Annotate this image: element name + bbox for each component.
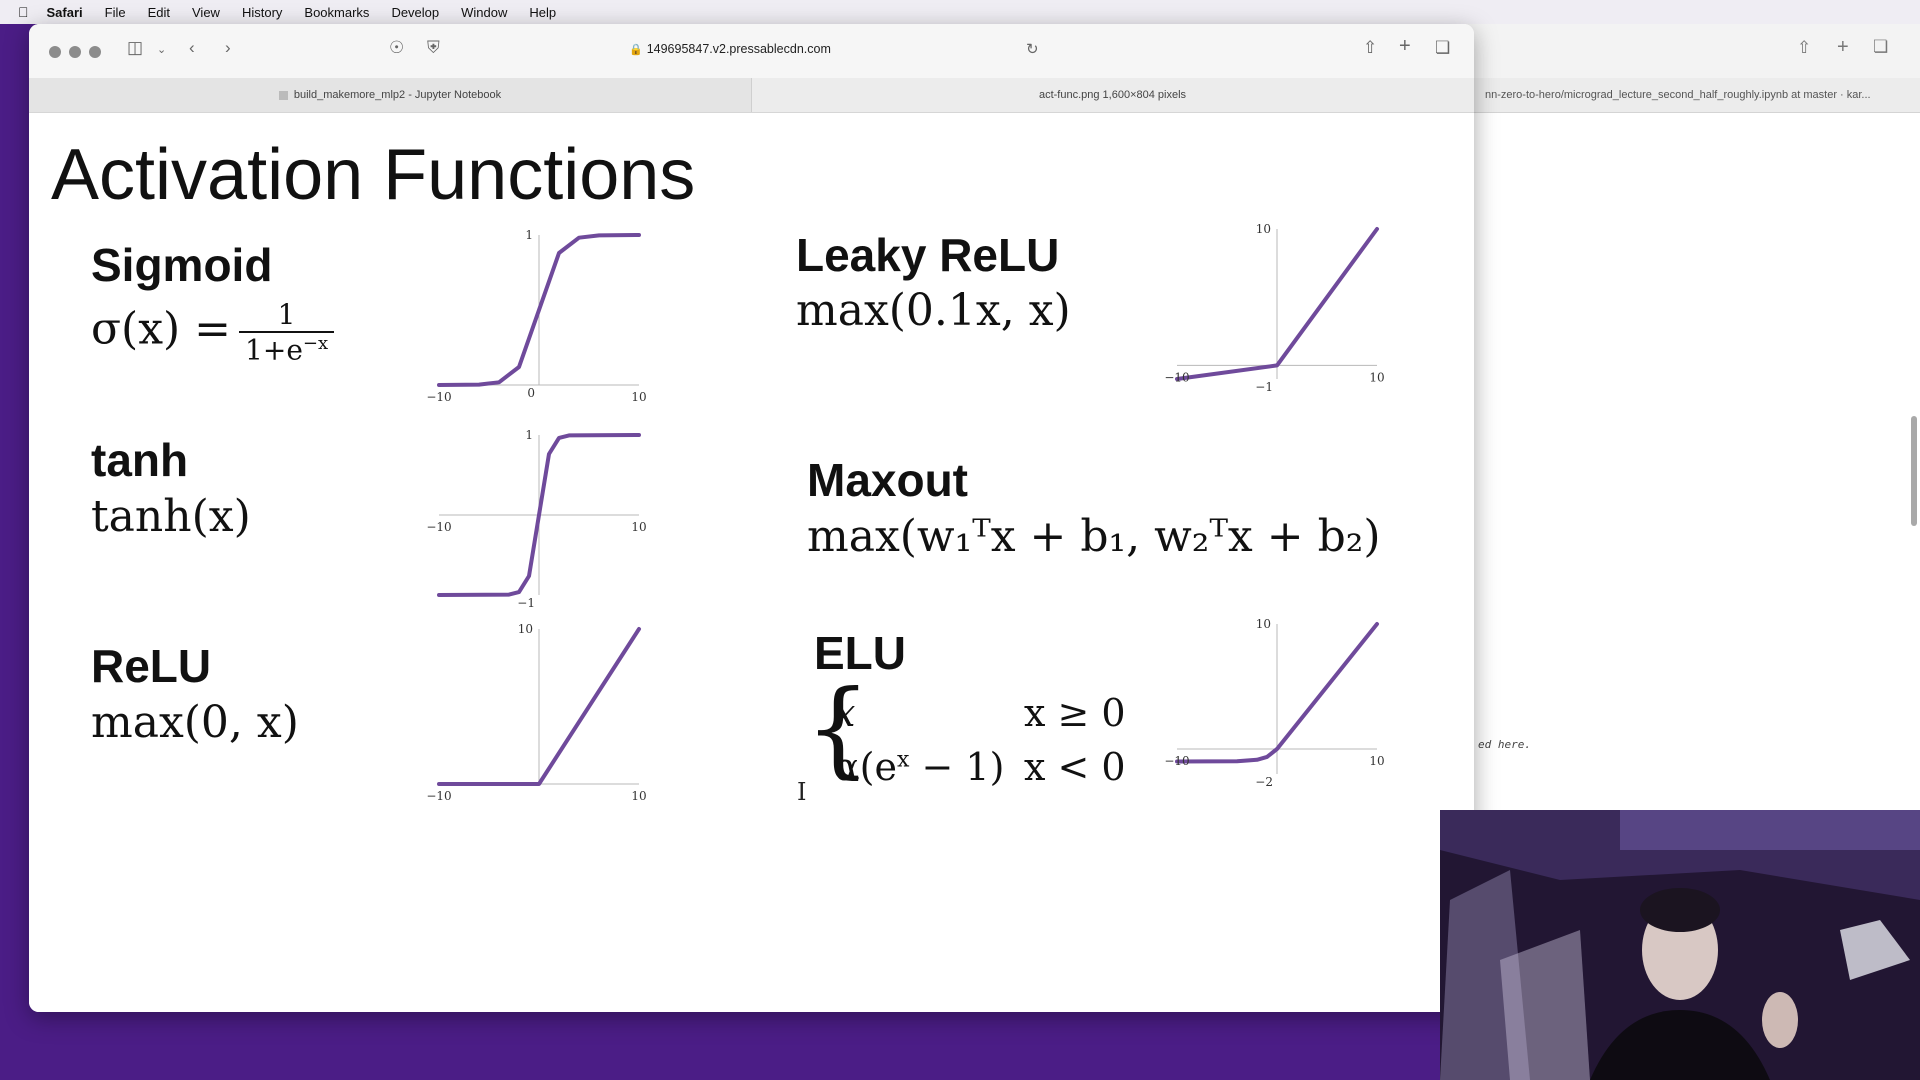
- sigmoid-formula: σ(x) = 1 1+e−x: [91, 298, 335, 366]
- x-tick-label: 10: [631, 520, 646, 534]
- elu-case1-text: x: [834, 691, 856, 735]
- y-tick-label: 0: [527, 386, 535, 400]
- background-browser-window[interactable]: ⇧ + ❏ nn-zero-to-hero/micrograd_lecture_…: [1412, 24, 1920, 810]
- maxout-formula: max(w₁ᵀx + b₁, w₂ᵀx + b₂): [807, 511, 1381, 562]
- y-tick-label: 10: [518, 622, 533, 636]
- minimize-window-button[interactable]: [69, 46, 81, 58]
- sigmoid-fraction: 1 1+e−x: [239, 298, 335, 366]
- background-toolbar: ⇧ + ❏: [1413, 24, 1920, 78]
- tab-overview-icon[interactable]: ❏: [1873, 37, 1888, 57]
- menu-bookmarks[interactable]: Bookmarks: [304, 5, 369, 20]
- tab-act-func-image[interactable]: act-func.png 1,600×804 pixels: [751, 78, 1474, 112]
- y-tick-label: −1: [1255, 380, 1273, 394]
- background-note-text: ed here.: [1478, 738, 1531, 751]
- y-tick-label: −2: [1255, 775, 1273, 789]
- elu-case2-pre: α(e: [834, 745, 897, 789]
- leaky-relu-formula: max(0.1x, x): [796, 285, 1071, 336]
- elu-case2-exponent: x: [896, 747, 910, 773]
- tab-label: act-func.png 1,600×804 pixels: [1038, 89, 1187, 101]
- menu-view[interactable]: View: [192, 5, 220, 20]
- relu-formula: max(0, x): [91, 697, 299, 748]
- sigmoid-formula-lhs: σ(x) =: [91, 303, 232, 355]
- x-tick-label: 10: [631, 390, 646, 404]
- menu-develop[interactable]: Develop: [391, 5, 439, 20]
- sigmoid-exponent: −x: [302, 333, 329, 354]
- menu-bar:  Safari File Edit View History Bookmark…: [0, 0, 1920, 24]
- menu-file[interactable]: File: [105, 5, 126, 20]
- menu-window[interactable]: Window: [461, 5, 507, 20]
- x-tick-label: 10: [1369, 754, 1384, 768]
- tanh-label: tanh: [91, 434, 189, 486]
- y-tick-label: −1: [517, 596, 535, 610]
- leaky-relu-label: Leaky ReLU: [796, 229, 1060, 281]
- menu-app-safari[interactable]: Safari: [47, 5, 83, 20]
- share-icon[interactable]: ⇧: [1797, 38, 1811, 58]
- x-tick-label: −10: [426, 520, 451, 534]
- chevron-down-icon[interactable]: ⌄: [157, 43, 166, 56]
- sidebar-icon[interactable]: ◫: [127, 38, 143, 58]
- tanh-plot: −10 10 1 −1: [426, 428, 646, 610]
- elu-plot: −10 10 10 −2: [1164, 617, 1384, 789]
- tab-overview-icon[interactable]: ❏: [1435, 38, 1450, 58]
- elu-case2-post: − 1): [909, 745, 1005, 789]
- x-tick-label: −10: [426, 789, 451, 803]
- webcam-overlay: [1440, 810, 1920, 1080]
- page-title: Activation Functions: [51, 135, 696, 215]
- menu-edit[interactable]: Edit: [148, 5, 170, 20]
- y-tick-label: 1: [525, 228, 533, 242]
- tab-bar: build_makemore_mlp2 - Jupyter Notebook a…: [29, 78, 1474, 113]
- forward-icon[interactable]: ›: [225, 38, 231, 58]
- tab-label: build_makemore_mlp2 - Jupyter Notebook: [293, 89, 502, 101]
- tanh-formula: tanh(x): [91, 491, 251, 542]
- image-viewport: Activation Functions Sigmoid σ(x) = 1 1+e−…: [29, 113, 1474, 1012]
- new-tab-icon[interactable]: +: [1399, 35, 1411, 58]
- close-window-button[interactable]: [49, 46, 61, 58]
- sigmoid-label: Sigmoid: [91, 239, 273, 291]
- url-text: 149695847.v2.pressablecdn.com: [646, 42, 831, 56]
- webcam-video-frame: [1440, 810, 1920, 1080]
- y-tick-label: 10: [1256, 617, 1271, 631]
- x-tick-label: 10: [631, 789, 646, 803]
- zoom-window-button[interactable]: [89, 46, 101, 58]
- share-icon[interactable]: ⇧: [1363, 38, 1377, 58]
- scrollbar[interactable]: [1911, 416, 1917, 526]
- browser-toolbar: ◫ ⌄ ‹ › ☉ ⛨ 🔒 149695847.v2.pressablecdn.c…: [29, 24, 1474, 78]
- new-tab-icon[interactable]: +: [1837, 36, 1849, 59]
- apple-icon[interactable]: : [18, 4, 29, 20]
- relu-label: ReLU: [91, 640, 212, 692]
- background-tab[interactable]: nn-zero-to-hero/micrograd_lecture_second…: [1413, 78, 1920, 113]
- maxout-label: Maxout: [807, 454, 968, 506]
- lock-icon: 🔒: [629, 44, 643, 56]
- relu-plot: −10 10 10: [426, 622, 646, 803]
- privacy-shield-icon[interactable]: ⛨: [427, 38, 440, 58]
- sigmoid-plot: −10 1010: [426, 228, 646, 404]
- password-icon[interactable]: ☉: [389, 38, 404, 58]
- x-tick-label: −10: [426, 390, 451, 404]
- text-cursor-icon: I: [797, 778, 807, 806]
- menu-help[interactable]: Help: [529, 5, 556, 20]
- y-tick-label: 10: [1256, 222, 1271, 236]
- leaky-relu-plot: −10 10 10 −1: [1164, 222, 1384, 394]
- sigmoid-denominator-base: 1+e: [245, 333, 303, 367]
- elu-case2-expr: α(ex − 1): [834, 745, 1004, 789]
- x-tick-label: −10: [1164, 370, 1189, 384]
- elu-case1-cond: x ≥ 0: [1024, 691, 1126, 735]
- sigmoid-denominator: 1+e−x: [239, 333, 334, 366]
- browser-window: ◫ ⌄ ‹ › ☉ ⛨ 🔒 149695847.v2.pressablecdn.c…: [29, 24, 1474, 1012]
- jupyter-favicon-icon: [278, 90, 288, 100]
- address-bar[interactable]: 🔒 149695847.v2.pressablecdn.com: [629, 42, 831, 56]
- elu-case2-cond: x < 0: [1024, 745, 1126, 789]
- back-icon[interactable]: ‹: [189, 38, 195, 58]
- x-tick-label: 10: [1369, 370, 1384, 384]
- menu-history[interactable]: History: [242, 5, 282, 20]
- x-tick-label: −10: [1164, 754, 1189, 768]
- elu-case1-expr: x: [834, 691, 855, 735]
- y-tick-label: 1: [525, 428, 533, 442]
- tab-jupyter-notebook[interactable]: build_makemore_mlp2 - Jupyter Notebook: [29, 78, 752, 112]
- sigmoid-numerator: 1: [239, 298, 335, 333]
- reload-icon[interactable]: ↻: [1026, 40, 1039, 58]
